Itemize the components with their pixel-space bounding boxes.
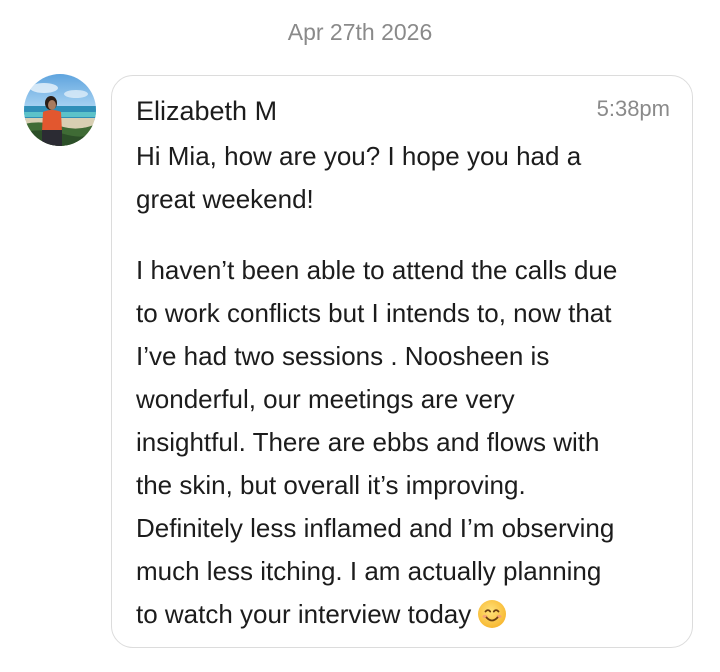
message-line: insightful. There are ebbs and flows wit…	[136, 427, 600, 457]
message-line: wonderful, our meetings are very	[136, 384, 515, 414]
message-line: I haven’t been able to attend the calls …	[136, 255, 618, 285]
sender-name[interactable]: Elizabeth M	[136, 93, 277, 129]
message-line: Definitely less inflamed and I’m observi…	[136, 513, 615, 543]
message-line: much less itching. I am actually plannin…	[136, 556, 602, 586]
message-line: Hi Mia, how are you? I hope you had a	[136, 141, 582, 171]
message-line: great weekend!	[136, 184, 314, 214]
message-line: I’ve had two sessions . Noosheen is	[136, 341, 550, 371]
message-paragraph-1: Hi Mia, how are you? I hope you had a gr…	[136, 135, 684, 221]
message-line: the skin, but overall it’s improving.	[136, 470, 526, 500]
message-line-last: to watch your interview today	[136, 593, 684, 642]
avatar[interactable]	[24, 74, 96, 146]
date-separator: Apr 27th 2026	[287, 19, 433, 45]
message-line: to work conflicts but I intends to, now …	[136, 298, 612, 328]
message-paragraph-2: I haven’t been able to attend the calls …	[136, 249, 684, 642]
avatar-photo-icon	[24, 74, 96, 146]
smiling-face-emoji-icon	[477, 599, 507, 642]
message-timestamp: 5:38pm	[596, 96, 670, 121]
message-bubble[interactable]: Elizabeth M 5:38pm Hi Mia, how are you? …	[111, 75, 693, 648]
message-line-text: to watch your interview today	[136, 599, 472, 629]
